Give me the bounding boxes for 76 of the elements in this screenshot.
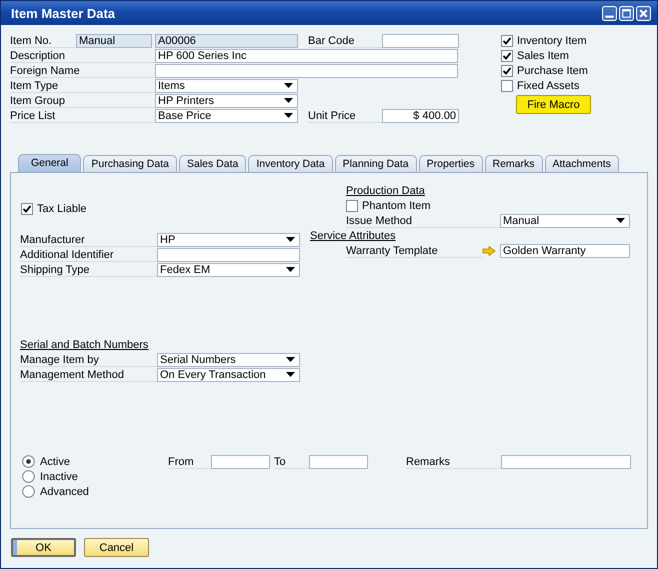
- field-label: Additional Identifier: [20, 248, 157, 262]
- field-label: Item Group: [10, 94, 155, 108]
- fire-macro-button[interactable]: Fire Macro: [516, 95, 591, 114]
- tab[interactable]: Planning Data: [334, 155, 417, 172]
- checkbox[interactable]: [501, 34, 513, 46]
- field-label: Management Method: [20, 368, 157, 382]
- item-number-field[interactable]: A00006: [155, 34, 298, 48]
- caret-icon: [286, 267, 295, 272]
- text-field[interactable]: Golden Warranty: [500, 244, 630, 258]
- checkbox-label: Fixed Assets: [517, 80, 580, 92]
- field-label: Item Type: [10, 78, 155, 92]
- tab[interactable]: General: [18, 154, 82, 172]
- field-label: Manage Item by: [20, 352, 157, 366]
- caret-icon: [284, 83, 293, 88]
- maximize-icon[interactable]: [619, 6, 634, 20]
- date-field[interactable]: [309, 454, 368, 468]
- caret-icon: [616, 218, 625, 223]
- minimize-icon[interactable]: [602, 6, 617, 20]
- text-field[interactable]: [157, 248, 300, 262]
- series-field[interactable]: Manual: [76, 34, 152, 48]
- checkbox-label: Tax Liable: [37, 202, 87, 214]
- window-title: Item Master Data: [11, 6, 116, 20]
- text-field[interactable]: HP 600 Series Inc: [155, 48, 458, 62]
- checkbox-label: Phantom Item: [362, 200, 430, 212]
- dialog-button[interactable]: OK: [11, 538, 76, 557]
- dropdown[interactable]: HP Printers: [155, 94, 298, 108]
- dropdown[interactable]: Manual: [500, 214, 630, 228]
- section-heading: Service Attributes: [310, 230, 396, 242]
- radio-label: Active: [40, 456, 70, 468]
- caret-icon: [286, 237, 295, 242]
- close-icon[interactable]: [636, 6, 651, 20]
- text-field[interactable]: $ 400.00: [382, 108, 459, 122]
- field-label: Manufacturer: [20, 232, 157, 246]
- radio-button[interactable]: [22, 470, 35, 483]
- tab[interactable]: Inventory Data: [248, 155, 333, 172]
- caret-icon: [284, 98, 293, 103]
- dropdown[interactable]: Items: [155, 78, 298, 92]
- tab[interactable]: Purchasing Data: [83, 155, 177, 172]
- caret-icon: [286, 372, 295, 377]
- field-label: Foreign Name: [10, 64, 155, 78]
- checkbox[interactable]: [501, 80, 513, 92]
- checkbox-label: Inventory Item: [517, 34, 587, 46]
- field-label: Description: [10, 48, 155, 62]
- text-field[interactable]: [155, 64, 458, 78]
- radio-button[interactable]: [22, 485, 35, 498]
- checkbox-label: Purchase Item: [517, 64, 588, 76]
- dropdown[interactable]: On Every Transaction: [157, 368, 300, 382]
- checkbox[interactable]: [501, 64, 513, 76]
- checkbox[interactable]: [346, 200, 358, 212]
- caret-icon: [286, 357, 295, 362]
- checkbox[interactable]: [21, 202, 33, 214]
- tab[interactable]: Sales Data: [179, 155, 246, 172]
- checkbox[interactable]: [501, 50, 513, 62]
- text-field[interactable]: [501, 454, 631, 468]
- dropdown[interactable]: Fedex EM: [157, 262, 300, 276]
- checkbox-label: Sales Item: [517, 50, 569, 62]
- caret-icon: [284, 113, 293, 118]
- field-label: Price List: [10, 108, 155, 122]
- link-arrow-icon[interactable]: [482, 246, 496, 256]
- date-field[interactable]: [211, 454, 270, 468]
- field-label: Warranty Template: [346, 244, 482, 258]
- field-label: Shipping Type: [20, 262, 157, 276]
- section-heading: Serial and Batch Numbers: [20, 338, 148, 350]
- dropdown[interactable]: HP: [157, 232, 300, 246]
- tab[interactable]: Remarks: [484, 155, 543, 172]
- radio-button[interactable]: [22, 455, 35, 468]
- tab[interactable]: Properties: [418, 155, 482, 172]
- text-field[interactable]: [382, 34, 459, 48]
- dropdown[interactable]: Base Price: [155, 108, 298, 122]
- field-label: Issue Method: [346, 214, 500, 228]
- radio-label: Advanced: [40, 486, 89, 498]
- dropdown[interactable]: Serial Numbers: [157, 352, 300, 366]
- dialog-button[interactable]: Cancel: [84, 538, 149, 557]
- radio-label: Inactive: [40, 470, 78, 482]
- tab[interactable]: Attachments: [544, 155, 619, 172]
- section-heading: Production Data: [346, 184, 425, 196]
